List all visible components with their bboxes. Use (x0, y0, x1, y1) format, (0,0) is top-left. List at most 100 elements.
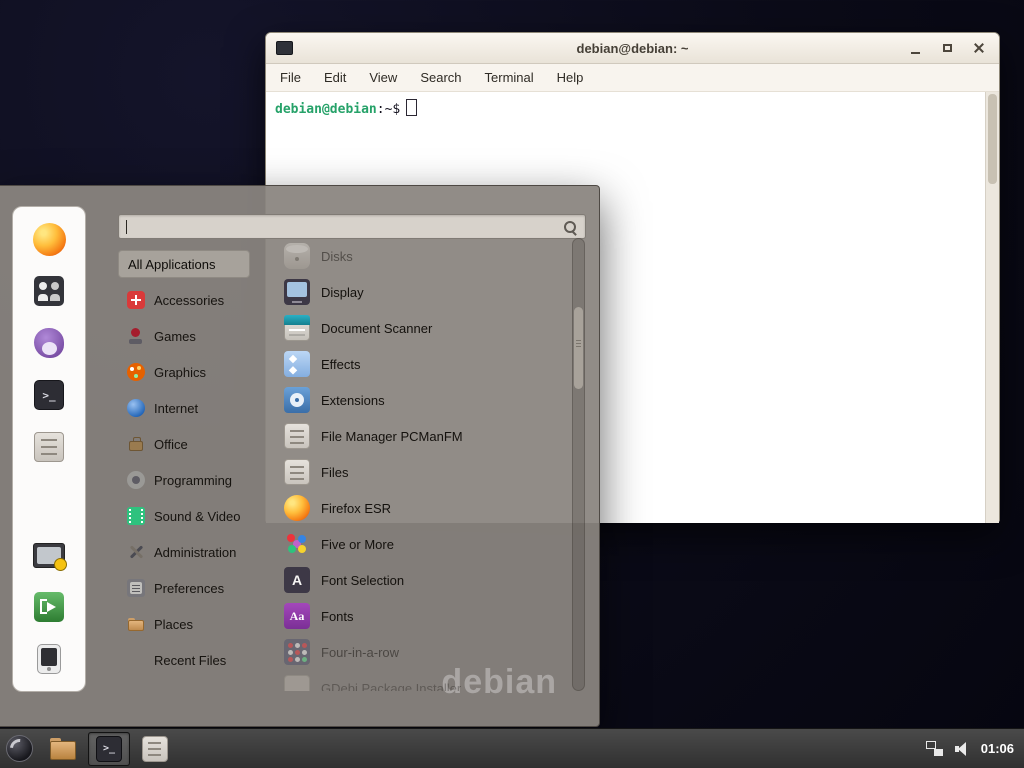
internet-icon (127, 399, 145, 417)
menu-help[interactable]: Help (557, 70, 584, 85)
graphics-icon (127, 363, 145, 381)
app-item-files[interactable]: Files (284, 454, 572, 490)
menu-search[interactable]: Search (420, 70, 461, 85)
search-box (118, 214, 586, 239)
terminal-titlebar[interactable]: debian@debian: ~ (266, 33, 999, 64)
files-icon (284, 459, 310, 485)
favorite-file-manager[interactable] (27, 429, 71, 465)
effects-icon (284, 351, 310, 377)
app-item-five-or-more[interactable]: Five or More (284, 526, 572, 562)
app-item-fonts[interactable]: Aa Fonts (284, 598, 572, 634)
gdebi-icon (284, 675, 310, 691)
five-or-more-icon (284, 531, 310, 557)
shutdown-icon (37, 644, 61, 674)
app-item-label: Files (321, 465, 348, 480)
search-input[interactable] (119, 215, 563, 238)
fonts-icon: Aa (284, 603, 310, 629)
category-preferences[interactable]: Preferences (118, 570, 278, 606)
app-item-disks[interactable]: Disks (284, 238, 572, 274)
app-item-display[interactable]: Display (284, 274, 572, 310)
app-item-firefox-esr[interactable]: Firefox ESR (284, 490, 572, 526)
menu-view[interactable]: View (369, 70, 397, 85)
system-tray: 01:06 (926, 741, 1024, 756)
category-graphics[interactable]: Graphics (118, 354, 278, 390)
app-item-font-selection[interactable]: A Font Selection (284, 562, 572, 598)
category-recent-files[interactable]: Recent Files (118, 642, 278, 678)
favorite-firefox[interactable] (27, 221, 71, 257)
network-icon[interactable] (926, 741, 943, 756)
favorite-lock-screen[interactable] (27, 537, 71, 573)
accessories-icon (127, 291, 145, 309)
category-label: Sound & Video (154, 509, 241, 524)
category-all-applications[interactable]: All Applications (118, 250, 250, 278)
task-terminal[interactable]: >_ (88, 732, 130, 766)
terminal-window-icon (276, 41, 293, 55)
app-item-effects[interactable]: Effects (284, 346, 572, 382)
category-label: Administration (154, 545, 236, 560)
category-label: Places (154, 617, 193, 632)
category-accessories[interactable]: Accessories (118, 282, 278, 318)
terminal-scrollbar-thumb[interactable] (988, 94, 997, 184)
app-item-label: GDebi Package Installer (321, 681, 461, 692)
favorite-users[interactable] (27, 273, 71, 309)
favorite-logout[interactable] (27, 589, 71, 625)
task-file-manager[interactable] (42, 732, 84, 766)
app-item-extensions[interactable]: Extensions (284, 382, 572, 418)
task-files[interactable] (134, 732, 176, 766)
terminal-icon: >_ (96, 736, 122, 762)
menu-edit[interactable]: Edit (324, 70, 346, 85)
office-icon (127, 435, 145, 453)
menu-scrollbar[interactable] (572, 238, 585, 691)
app-item-label: Five or More (321, 537, 394, 552)
favorite-shutdown[interactable] (27, 641, 71, 677)
app-item-label: File Manager PCManFM (321, 429, 463, 444)
file-manager-icon (284, 423, 310, 449)
volume-icon[interactable] (954, 741, 970, 756)
favorite-pidgin[interactable] (27, 325, 71, 361)
app-item-gdebi[interactable]: GDebi Package Installer (284, 670, 572, 691)
minimize-icon[interactable] (905, 38, 925, 58)
file-manager-icon (34, 432, 64, 462)
desktop: debian@debian: ~ File Edit View Search T… (0, 0, 1024, 768)
application-list: Disks Display Document Scanner Effects E… (284, 238, 572, 691)
app-item-file-manager-pcmanfm[interactable]: File Manager PCManFM (284, 418, 572, 454)
menu-file[interactable]: File (280, 70, 301, 85)
prompt-user: debian@debian (275, 102, 377, 117)
app-item-label: Effects (321, 357, 361, 372)
category-label: Recent Files (154, 653, 226, 668)
logout-icon (34, 592, 64, 622)
firefox-icon (33, 223, 66, 256)
file-manager-icon (50, 738, 76, 760)
app-item-label: Font Selection (321, 573, 404, 588)
category-office[interactable]: Office (118, 426, 278, 462)
clock[interactable]: 01:06 (981, 741, 1014, 756)
app-item-four-in-a-row[interactable]: Four-in-a-row (284, 634, 572, 670)
category-label: All Applications (128, 257, 215, 272)
close-icon[interactable] (969, 38, 989, 58)
menu-button[interactable] (0, 729, 38, 768)
maximize-icon[interactable] (937, 38, 957, 58)
terminal-scrollbar[interactable] (985, 92, 999, 523)
category-programming[interactable]: Programming (118, 462, 278, 498)
app-item-document-scanner[interactable]: Document Scanner (284, 310, 572, 346)
favorite-terminal[interactable]: >_ (27, 377, 71, 413)
document-scanner-icon (284, 315, 310, 341)
category-internet[interactable]: Internet (118, 390, 278, 426)
category-administration[interactable]: Administration (118, 534, 278, 570)
category-sound-video[interactable]: Sound & Video (118, 498, 278, 534)
firefox-icon (284, 495, 310, 521)
administration-icon (127, 543, 145, 561)
menu-terminal[interactable]: Terminal (485, 70, 534, 85)
category-places[interactable]: Places (118, 606, 278, 642)
terminal-title: debian@debian: ~ (266, 41, 999, 56)
menu-logo-icon (6, 735, 33, 762)
pidgin-icon (34, 328, 64, 358)
category-games[interactable]: Games (118, 318, 278, 354)
app-item-label: Document Scanner (321, 321, 432, 336)
app-item-label: Firefox ESR (321, 501, 391, 516)
menu-scrollbar-thumb[interactable] (574, 307, 583, 389)
category-label: Office (154, 437, 188, 452)
users-icon (34, 276, 64, 306)
screensaver-icon (33, 543, 65, 568)
favorites-panel: >_ (12, 206, 86, 692)
